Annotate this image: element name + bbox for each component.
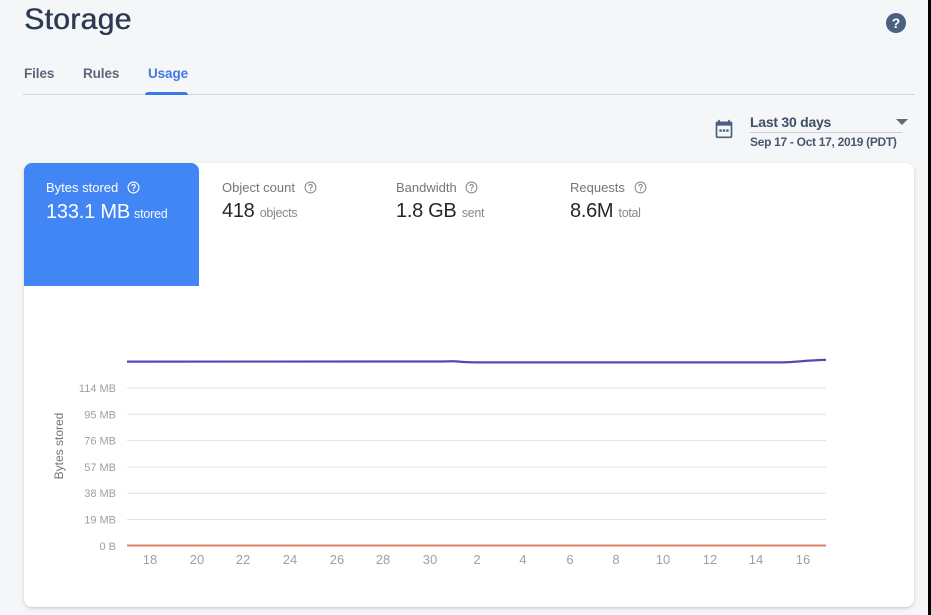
svg-text:20: 20	[190, 552, 204, 567]
svg-text:12: 12	[703, 552, 717, 567]
svg-text:10: 10	[656, 552, 670, 567]
svg-text:2: 2	[473, 552, 480, 567]
svg-text:57 MB: 57 MB	[84, 462, 116, 474]
svg-text:4: 4	[519, 552, 526, 567]
svg-text:0 B: 0 B	[99, 541, 116, 553]
svg-text:38 MB: 38 MB	[84, 488, 116, 500]
svg-text:16: 16	[796, 552, 810, 567]
svg-text:28: 28	[376, 552, 390, 567]
svg-text:114 MB: 114 MB	[79, 383, 116, 395]
svg-text:Bytes stored: Bytes stored	[52, 413, 66, 480]
svg-text:24: 24	[283, 552, 297, 567]
svg-text:22: 22	[236, 552, 250, 567]
svg-text:14: 14	[749, 552, 763, 567]
svg-text:8: 8	[612, 552, 619, 567]
svg-text:30: 30	[423, 552, 437, 567]
svg-text:95 MB: 95 MB	[84, 409, 116, 421]
svg-text:19 MB: 19 MB	[84, 515, 116, 527]
svg-text:76 MB: 76 MB	[84, 436, 116, 448]
svg-text:26: 26	[330, 552, 344, 567]
svg-text:18: 18	[143, 552, 157, 567]
svg-text:6: 6	[566, 552, 573, 567]
